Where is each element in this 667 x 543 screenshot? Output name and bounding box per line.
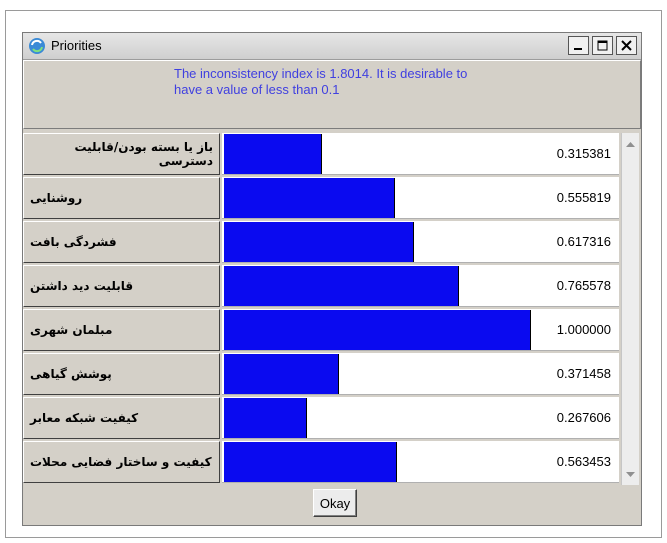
priority-bar bbox=[224, 442, 397, 482]
priority-cell: 0.555819 bbox=[222, 177, 619, 219]
criterion-label: پوشش گیاهی bbox=[23, 353, 220, 395]
priority-value: 0.371458 bbox=[556, 366, 611, 381]
priority-cell: 1.000000 bbox=[222, 309, 619, 351]
title-bar[interactable]: Priorities bbox=[23, 33, 641, 60]
criterion-label: قابلیت دید داشتن bbox=[23, 265, 220, 307]
window-title: Priorities bbox=[51, 38, 102, 53]
criterion-label: روشنایی bbox=[23, 177, 220, 219]
priority-value: 0.315381 bbox=[556, 146, 611, 161]
priority-cell: 0.267606 bbox=[222, 397, 619, 439]
priority-value: 1.000000 bbox=[556, 322, 611, 337]
priority-bar bbox=[224, 354, 339, 394]
priority-value: 0.555819 bbox=[556, 190, 611, 205]
criterion-label: مبلمان شهری bbox=[23, 309, 220, 351]
priority-cell: 0.315381 bbox=[222, 133, 619, 175]
priority-row: پوشش گیاهی 0.371458 bbox=[23, 353, 619, 397]
priority-value: 0.563453 bbox=[556, 454, 611, 469]
priorities-grid: باز یا بسته بودن/قابلیت دسترسی 0.315381 … bbox=[23, 133, 641, 485]
minimize-icon bbox=[574, 48, 582, 50]
chevron-down-icon bbox=[626, 471, 635, 477]
chevron-up-icon bbox=[626, 141, 635, 147]
priorities-list: باز یا بسته بودن/قابلیت دسترسی 0.315381 … bbox=[23, 133, 619, 485]
priorities-window: Priorities The inconsistency index is 1.… bbox=[22, 32, 642, 526]
priority-cell: 0.371458 bbox=[222, 353, 619, 395]
priority-row: باز یا بسته بودن/قابلیت دسترسی 0.315381 bbox=[23, 133, 619, 177]
criterion-label: باز یا بسته بودن/قابلیت دسترسی bbox=[23, 133, 220, 175]
priority-bar bbox=[224, 222, 414, 262]
priority-cell: 0.563453 bbox=[222, 441, 619, 483]
priority-bar bbox=[224, 310, 531, 350]
priority-cell: 0.765578 bbox=[222, 265, 619, 307]
priority-row: فشردگی بافت 0.617316 bbox=[23, 221, 619, 265]
scroll-up-button[interactable] bbox=[622, 135, 639, 152]
criterion-label: فشردگی بافت bbox=[23, 221, 220, 263]
priority-value: 0.765578 bbox=[556, 278, 611, 293]
priority-row: روشنایی 0.555819 bbox=[23, 177, 619, 221]
priority-row: مبلمان شهری 1.000000 bbox=[23, 309, 619, 353]
maximize-button[interactable] bbox=[592, 36, 613, 55]
maximize-icon bbox=[597, 40, 608, 51]
criterion-label: کیفیت شبکه معابر bbox=[23, 397, 220, 439]
priority-bar bbox=[224, 178, 395, 218]
priority-bar bbox=[224, 266, 459, 306]
vertical-scrollbar[interactable] bbox=[621, 133, 639, 485]
priority-value: 0.617316 bbox=[556, 234, 611, 249]
priority-cell: 0.617316 bbox=[222, 221, 619, 263]
close-button[interactable] bbox=[616, 36, 637, 55]
priority-bar bbox=[224, 134, 322, 174]
minimize-button[interactable] bbox=[568, 36, 589, 55]
message-panel: The inconsistency index is 1.8014. It is… bbox=[23, 60, 641, 129]
criterion-label: کیفیت و ساختار فضایی محلات bbox=[23, 441, 220, 483]
okay-button[interactable]: Okay bbox=[313, 489, 357, 517]
priority-value: 0.267606 bbox=[556, 410, 611, 425]
priority-row: قابلیت دید داشتن 0.765578 bbox=[23, 265, 619, 309]
refresh-icon bbox=[29, 38, 45, 54]
close-icon bbox=[621, 40, 632, 51]
scroll-down-button[interactable] bbox=[622, 466, 639, 483]
priority-row: کیفیت و ساختار فضایی محلات 0.563453 bbox=[23, 441, 619, 485]
priority-row: کیفیت شبکه معابر 0.267606 bbox=[23, 397, 619, 441]
priority-bar bbox=[224, 398, 307, 438]
inconsistency-message: The inconsistency index is 1.8014. It is… bbox=[174, 66, 468, 97]
